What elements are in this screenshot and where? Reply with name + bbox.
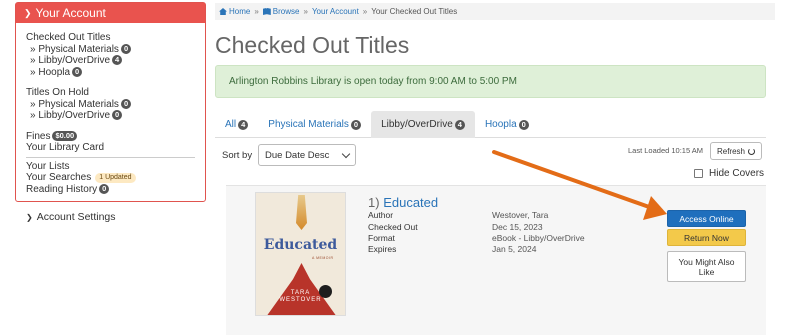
cover-author-first: TARA [290, 290, 311, 296]
breadcrumb-home[interactable]: Home [219, 7, 250, 16]
reading-history-link[interactable]: Reading History 0 [26, 183, 195, 196]
hide-covers-toggle[interactable]: Hide Covers [694, 168, 764, 179]
detail-value-expires: Jan 5, 2024 [492, 244, 537, 254]
tab-hoopla-label: Hoopla [484, 119, 517, 130]
detail-label-checked-out: Checked Out [368, 222, 418, 232]
chevron-right-icon: ❯ [26, 213, 33, 222]
tab-libby-label: Libby/OverDrive [381, 119, 453, 130]
hours-alert: Arlington Robbins Library is open today … [215, 65, 766, 98]
refresh-label: Refresh [716, 146, 745, 156]
count-badge: 0 [120, 98, 132, 109]
updated-badge: 1 Updated [95, 173, 136, 183]
account-panel: ❯ Your Account Checked Out Titles » Phys… [15, 2, 206, 202]
account-settings-link[interactable]: ❯ Account Settings [26, 211, 116, 223]
checked-out-link[interactable]: Checked Out Titles [26, 32, 195, 44]
chevron-down-icon [341, 149, 351, 159]
count-badge: 4 [454, 119, 465, 130]
on-hold-libby-link[interactable]: » Libby/OverDrive 0 [26, 110, 195, 122]
tab-all-label: All [225, 119, 237, 130]
breadcrumb-separator: » [362, 7, 368, 16]
sort-select-value: Due Date Desc [265, 149, 330, 161]
hide-covers-label: Hide Covers [709, 168, 765, 179]
breadcrumb-separator: » [254, 7, 259, 16]
count-badge: 0 [120, 43, 132, 54]
tab-hoopla[interactable]: Hoopla 0 [475, 111, 539, 138]
on-hold-physical-label: Physical Materials [38, 98, 119, 110]
breadcrumb: Home » Browse » Your Account » Your Chec… [215, 3, 775, 20]
book-cover[interactable]: Educated A MEMOIR TARA WESTOVER [255, 192, 346, 316]
last-loaded-text: Last Loaded 10:15 AM [628, 146, 704, 155]
checked-out-libby-label: Libby/OverDrive [38, 55, 111, 66]
hide-covers-checkbox[interactable] [694, 169, 703, 178]
book-icon [262, 8, 271, 15]
return-now-button[interactable]: Return Now [667, 229, 746, 246]
count-badge: 0 [112, 110, 123, 120]
count-badge: 0 [518, 119, 529, 130]
refresh-icon [748, 147, 755, 155]
detail-value-checked-out: Dec 15, 2023 [492, 222, 543, 232]
checked-out-hoopla-label: Hoopla [38, 66, 71, 78]
count-badge: 4 [238, 119, 249, 130]
lists-link[interactable]: Your Lists [26, 161, 195, 173]
searches-link[interactable]: Your Searches 1 Updated [26, 172, 195, 184]
count-badge: 0 [350, 119, 362, 130]
item-title: 1) Educated [368, 195, 438, 210]
on-hold-libby-label: Libby/OverDrive [38, 110, 111, 121]
account-settings-label: Account Settings [36, 211, 116, 223]
chevron-down-icon: ❯ [24, 7, 32, 18]
reading-history-label: Reading History [26, 183, 98, 195]
detail-value-author: Westover, Tara [492, 210, 549, 220]
checked-out-hoopla-link[interactable]: » Hoopla 0 [26, 66, 195, 79]
you-might-also-like-button[interactable]: You Might Also Like [667, 251, 746, 282]
breadcrumb-separator: » [303, 7, 308, 16]
sort-select[interactable]: Due Date Desc [258, 144, 356, 166]
tab-physical-materials[interactable]: Physical Materials 0 [258, 111, 371, 138]
detail-label-expires: Expires [368, 244, 397, 254]
on-hold-physical-link[interactable]: » Physical Materials 0 [26, 98, 195, 111]
count-badge: 0 [99, 183, 110, 194]
tab-libby-overdrive[interactable]: Libby/OverDrive 4 [371, 111, 475, 138]
fines-badge: $0.00 [52, 130, 78, 141]
sidebar-divider [26, 156, 195, 158]
checked-out-physical-label: Physical Materials [38, 43, 119, 55]
detail-label-format: Format [368, 233, 395, 243]
cover-subtitle: A MEMOIR [312, 256, 334, 260]
checked-out-physical-link[interactable]: » Physical Materials 0 [26, 43, 195, 56]
checked-out-libby-link[interactable]: » Libby/OverDrive 4 [26, 55, 195, 67]
fines-label: Fines [26, 130, 51, 142]
access-online-button[interactable]: Access Online [667, 210, 746, 227]
count-badge: 0 [72, 66, 83, 77]
breadcrumb-browse[interactable]: Browse [262, 7, 300, 16]
item-number: 1) [368, 195, 380, 210]
cover-author-last: WESTOVER [279, 297, 322, 303]
breadcrumb-account[interactable]: Your Account [312, 7, 359, 16]
breadcrumb-browse-label: Browse [272, 7, 300, 16]
home-icon [219, 8, 227, 15]
detail-value-format: eBook - Libby/OverDrive [492, 233, 585, 243]
breadcrumb-current: Your Checked Out Titles [371, 7, 458, 16]
cover-title: Educated [263, 237, 338, 253]
format-tabs: All 4 Physical Materials 0 Libby/OverDrive… [215, 111, 766, 138]
breadcrumb-home-label: Home [229, 7, 251, 16]
account-panel-title: Your Account [35, 6, 106, 20]
refresh-button[interactable]: Refresh [710, 142, 762, 160]
cover-pencil-art [296, 195, 307, 230]
sort-label: Sort by [222, 150, 253, 161]
searches-label: Your Searches [26, 172, 92, 183]
library-card-link[interactable]: Your Library Card [26, 142, 195, 154]
detail-label-author: Author [368, 210, 394, 220]
fines-link[interactable]: Fines $0.00 [26, 130, 195, 143]
on-hold-link[interactable]: Titles On Hold [26, 87, 195, 99]
account-panel-header[interactable]: ❯ Your Account [16, 3, 205, 23]
count-badge: 4 [112, 55, 123, 65]
page-title: Checked Out Titles [215, 32, 410, 58]
tab-physical-label: Physical Materials [268, 119, 349, 130]
tab-all[interactable]: All 4 [215, 111, 258, 138]
item-title-link[interactable]: Educated [383, 195, 438, 210]
